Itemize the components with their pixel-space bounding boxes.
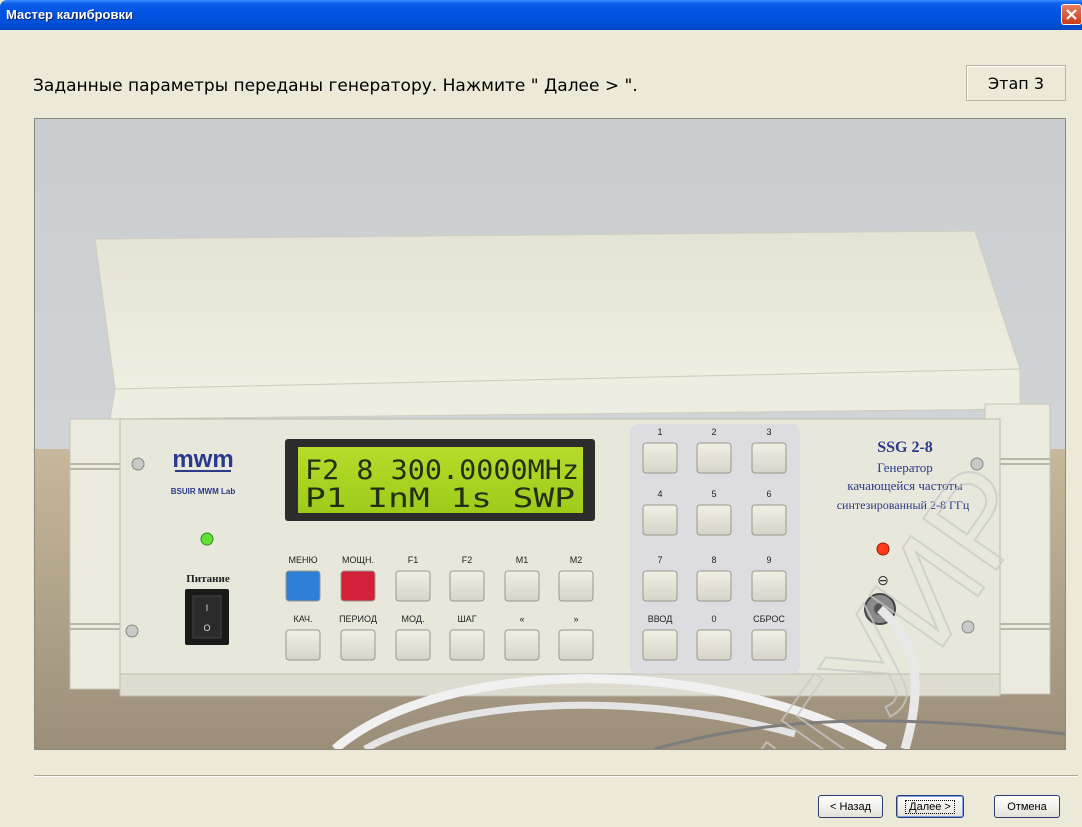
keypad-key-2 [751,442,787,474]
device-key-row1-0 [285,570,321,602]
model-name: SSG 2-8 [877,439,933,456]
power-label: Питание [186,573,230,585]
keypad-key-3-label: 4 [657,489,662,499]
back-button[interactable]: < Назад [818,795,883,818]
keypad-key-0-label: 1 [657,427,662,437]
device-key-row1-3-label: F2 [462,555,473,565]
keypad-key-7 [696,570,732,602]
stage-indicator: Этап 3 [966,65,1066,101]
keypad-key-1-label: 2 [711,427,716,437]
title-bar: Мастер калибровки [0,0,1082,30]
device-key-row2-0 [285,629,321,661]
device-key-row2-4-label: « [519,614,524,624]
keypad-key-2-label: 3 [766,427,771,437]
cancel-button[interactable]: Отмена [994,795,1060,818]
lcd-line-2: P1 InM 1s SWP [305,483,575,514]
next-button-label: Далее > [905,799,955,814]
window-title: Мастер калибровки [6,7,133,22]
device-key-row2-3 [449,629,485,661]
device-key-row1-1 [340,570,376,602]
device-key-row2-2-label: МОД. [402,614,425,624]
keypad-key-8 [751,570,787,602]
lab-logo: mwm [172,446,233,473]
device-key-row1-3 [449,570,485,602]
keypad-key-7-label: 8 [711,555,716,565]
device-key-row2-3-label: ШАГ [457,614,476,624]
footer-separator [34,775,1078,777]
device-key-row1-2 [395,570,431,602]
keypad-key-10-label: 0 [711,614,716,624]
device-key-row1-4 [504,570,540,602]
keypad-key-11-label: СБРОС [753,614,785,624]
device-key-row1-2-label: F1 [408,555,419,565]
keypad-key-6 [642,570,678,602]
close-button[interactable] [1061,4,1082,25]
keypad-key-11 [751,629,787,661]
device-key-row2-0-label: КАЧ. [293,614,312,624]
svg-text:I: I [206,603,209,613]
lcd-line-1: F2 8 300.0000MHz [305,455,579,486]
svg-text:O: O [203,623,210,633]
device-key-row1-5-label: M2 [570,555,583,565]
keypad-key-1 [696,442,732,474]
keypad-key-9 [642,629,678,661]
device-key-row2-5 [558,629,594,661]
keypad-key-0 [642,442,678,474]
keypad-key-8-label: 9 [766,555,771,565]
power-led [200,532,214,546]
instruction-text: Заданные параметры переданы генератору. … [33,76,638,96]
keypad-key-4-label: 5 [711,489,716,499]
keypad-key-3 [642,504,678,536]
device-key-row2-5-label: » [573,614,578,624]
keypad-key-4 [696,504,732,536]
device-key-row1-4-label: M1 [516,555,529,565]
keypad-key-5 [751,504,787,536]
device-key-row2-1-label: ПЕРИОД [339,614,377,624]
lab-name: BSUIR MWM Lab [171,487,236,496]
keypad-key-9-label: ВВОД [648,614,673,624]
keypad-key-5-label: 6 [766,489,771,499]
device-key-row1-1-label: МОЩН. [342,555,374,565]
device-key-row2-1 [340,629,376,661]
device-key-row2-2 [395,629,431,661]
device-key-row2-4 [504,629,540,661]
device-photo: mwm BSUIR MWM Lab Питание I O F2 8 300.0… [34,118,1066,750]
device-key-row1-5 [558,570,594,602]
device-key-row1-0-label: МЕНЮ [288,555,317,565]
close-icon [1066,9,1077,20]
next-button[interactable]: Далее > [896,795,964,818]
keypad-key-10 [696,629,732,661]
keypad-key-6-label: 7 [657,555,662,565]
